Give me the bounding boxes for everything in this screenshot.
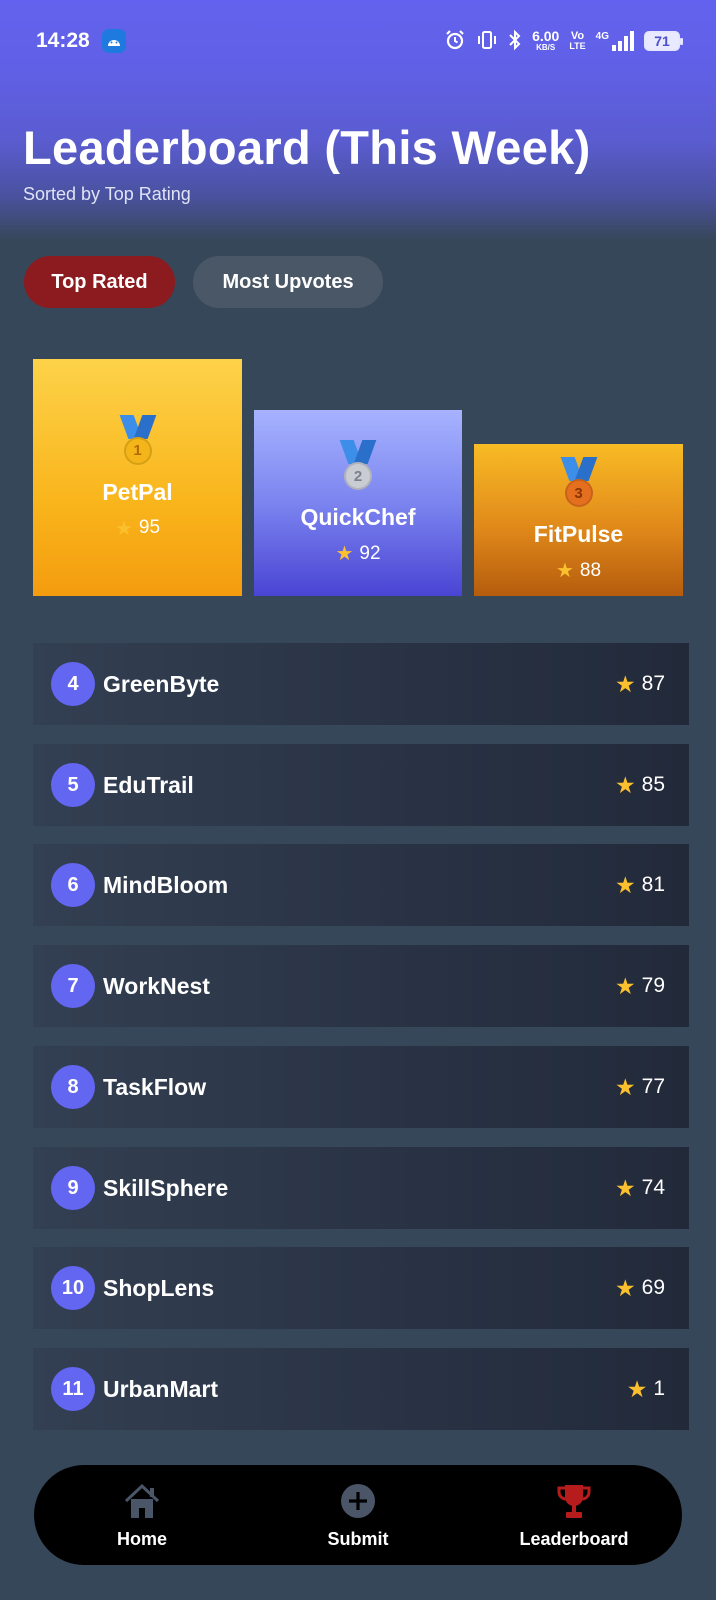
rank-badge: 9 [51, 1166, 95, 1210]
medal-rank: 1 [123, 436, 152, 465]
item-score-value: 69 [641, 1276, 665, 1299]
home-icon [122, 1481, 162, 1521]
medal-rank: 3 [564, 479, 593, 507]
list-item[interactable]: 4 GreenByte ★ 87 [33, 643, 689, 725]
podium-score: ★ 95 [115, 516, 160, 541]
network-speed: 6.00 KB/S [532, 29, 559, 53]
nav-label: Submit [327, 1528, 389, 1549]
item-score: ★ 74 [615, 1175, 665, 1202]
item-score-value: 74 [641, 1176, 665, 1199]
item-score: ★ 85 [615, 772, 665, 799]
rank-badge: 11 [51, 1367, 95, 1411]
gold-medal-icon: 1 [118, 414, 158, 469]
nav-label: Leaderboard [519, 1528, 629, 1549]
item-score-value: 87 [641, 672, 665, 695]
list-item[interactable]: 11 UrbanMart ★ 1 [33, 1348, 689, 1430]
star-icon: ★ [615, 1174, 636, 1201]
item-score-value: 1 [653, 1377, 665, 1400]
list-item[interactable]: 7 WorkNest ★ 79 [33, 945, 689, 1027]
item-name: MindBloom [103, 871, 229, 898]
item-score: ★ 79 [615, 973, 665, 1000]
item-score-value: 85 [641, 773, 665, 796]
speed-unit: KB/S [536, 43, 556, 52]
nav-home[interactable]: Home [34, 1481, 250, 1550]
podium-name: QuickChef [300, 504, 416, 530]
podium-third[interactable]: 3 FitPulse ★ 88 [474, 444, 683, 596]
volte-top: Vo [570, 30, 585, 42]
star-icon: ★ [335, 543, 354, 565]
item-name: TaskFlow [103, 1073, 207, 1100]
network-type: 4G [595, 31, 609, 42]
nav-leaderboard[interactable]: Leaderboard [466, 1481, 682, 1550]
podium-score-value: 92 [359, 542, 381, 564]
item-score: ★ 81 [615, 872, 665, 899]
star-icon: ★ [615, 972, 636, 999]
plus-circle-icon [338, 1481, 378, 1521]
android-icon [101, 29, 126, 53]
volte-bottom: LTE [569, 41, 586, 51]
silver-medal-icon: 2 [338, 440, 378, 494]
bottom-nav: Home Submit Leaderboard [34, 1465, 682, 1565]
rank-badge: 6 [51, 863, 95, 907]
star-icon: ★ [114, 517, 133, 540]
medal-rank: 2 [344, 462, 372, 490]
podium-score-value: 88 [579, 559, 602, 581]
star-icon: ★ [615, 670, 636, 697]
item-name: WorkNest [103, 972, 210, 999]
volte-indicator: Vo LTE [569, 30, 586, 52]
podium-score: ★ 92 [335, 541, 380, 566]
item-score: ★ 87 [615, 671, 665, 698]
signal-icon: 4G [596, 31, 634, 51]
vibrate-icon [476, 29, 498, 54]
bronze-medal-icon: 3 [559, 457, 599, 511]
item-name: SkillSphere [103, 1174, 229, 1201]
item-name: EduTrail [103, 771, 194, 798]
star-icon: ★ [615, 871, 636, 898]
podium-name: FitPulse [533, 521, 624, 547]
trophy-icon [554, 1481, 594, 1521]
item-name: GreenByte [103, 670, 220, 697]
list-item[interactable]: 6 MindBloom ★ 81 [33, 844, 689, 926]
item-score-value: 81 [641, 873, 665, 896]
list-item[interactable]: 5 EduTrail ★ 85 [33, 744, 689, 826]
podium-first[interactable]: 1 PetPal ★ 95 [33, 359, 242, 596]
page-subtitle: Sorted by Top Rating [23, 184, 191, 204]
rank-badge: 5 [51, 763, 95, 807]
rank-badge: 7 [51, 964, 95, 1008]
item-name: UrbanMart [103, 1375, 219, 1402]
list-item[interactable]: 10 ShopLens ★ 69 [33, 1247, 689, 1329]
item-score-value: 79 [641, 974, 665, 997]
status-bar: 14:28 6.00 KB/S Vo LTE 4G 71 [0, 0, 716, 82]
item-score: ★ 77 [615, 1074, 665, 1101]
speed-value: 6.00 [532, 28, 560, 44]
item-score: ★ 1 [627, 1376, 665, 1403]
battery-icon: 71 [644, 31, 683, 51]
nav-submit[interactable]: Submit [250, 1481, 466, 1550]
star-icon: ★ [626, 1375, 648, 1402]
rank-badge: 4 [51, 662, 95, 706]
list-item[interactable]: 9 SkillSphere ★ 74 [33, 1147, 689, 1229]
nav-label: Home [116, 1528, 167, 1549]
rank-badge: 8 [51, 1065, 95, 1109]
podium-score-value: 95 [138, 517, 161, 538]
star-icon: ★ [615, 1274, 636, 1301]
status-time: 14:28 [36, 29, 90, 52]
star-icon: ★ [615, 1073, 636, 1100]
podium-name: PetPal [102, 478, 173, 505]
tab-top-rated[interactable]: Top Rated [24, 256, 175, 308]
item-score-value: 77 [641, 1075, 665, 1098]
alarm-icon [444, 29, 466, 54]
rank-badge: 10 [51, 1266, 95, 1310]
list-item[interactable]: 8 TaskFlow ★ 77 [33, 1046, 689, 1128]
battery-level: 71 [654, 33, 670, 49]
bluetooth-icon [508, 29, 522, 54]
page-title: Leaderboard (This Week) [23, 121, 591, 174]
star-icon: ★ [615, 771, 636, 798]
item-score: ★ 69 [615, 1275, 665, 1302]
podium-score: ★ 88 [556, 558, 601, 583]
item-name: ShopLens [103, 1274, 215, 1301]
tab-most-upvotes[interactable]: Most Upvotes [193, 256, 383, 308]
podium-second[interactable]: 2 QuickChef ★ 92 [254, 410, 462, 596]
star-icon: ★ [555, 560, 574, 582]
